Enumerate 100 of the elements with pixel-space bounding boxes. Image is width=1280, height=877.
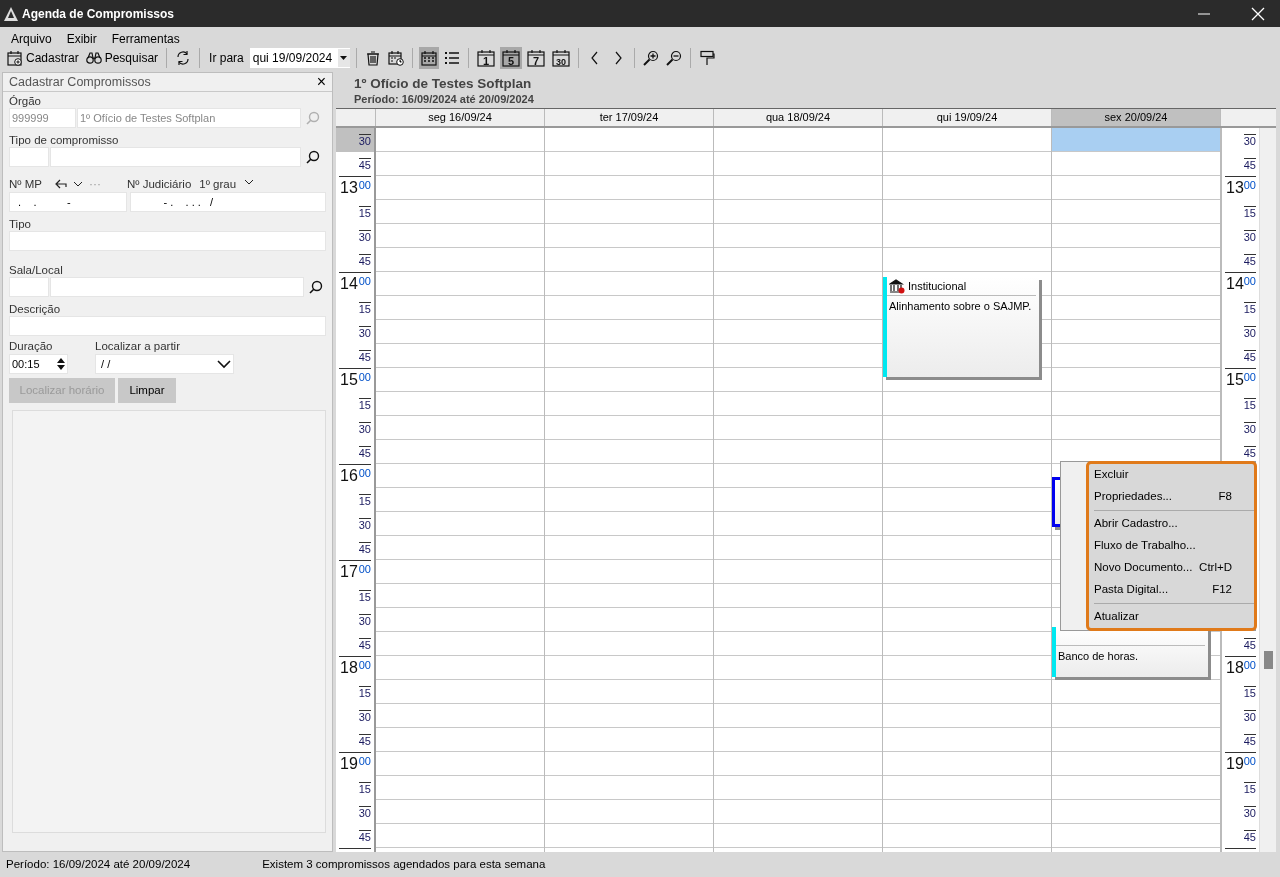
appointment-card[interactable]: Banco de horas. [1052,627,1208,677]
chevron-down-icon[interactable] [73,180,83,188]
minute-label: 45 [1243,350,1256,363]
toolbar-button[interactable]: Cadastrar [5,47,81,69]
appointment-category: Institucional [908,278,967,294]
undo-icon[interactable] [55,179,67,189]
appointment-text: Alinhamento sobre o SAJMP. [888,299,1033,314]
menu-item[interactable]: Excluir [1089,464,1254,486]
menu-item[interactable]: Fluxo de Trabalho... [1089,535,1254,557]
minute-label: 45 [1243,830,1256,843]
calendar-title: 1º Ofício de Testes Softplan [354,76,532,91]
field-label: Tipo [9,218,32,231]
minute-label: 00 [358,371,371,383]
field-label: Descrição [9,303,62,316]
minute-label: 45 [358,830,371,843]
minute-label: 30 [358,326,371,339]
minute-label: 30 [1243,134,1256,147]
input-field[interactable] [9,231,326,251]
minute-label: 00 [1243,755,1256,767]
hour-label: 17 [340,563,358,581]
status-text: Período: 16/09/2024 até 20/09/2024 [6,856,191,872]
minute-label: 00 [358,275,371,287]
minute-label: 15 [1243,686,1256,699]
menu-item[interactable]: Atualizar [1089,606,1254,628]
minute-label: 15 [358,686,371,699]
instance-selector[interactable]: 1º grau [199,177,237,191]
minute-label: 00 [358,563,371,575]
minute-label: 15 [358,494,371,507]
menu-item[interactable]: Abrir Cadastro... [1089,513,1254,535]
menu-item[interactable]: Propriedades... F8 [1089,486,1254,508]
search-icon[interactable] [306,150,320,164]
minute-label: 30 [1243,422,1256,435]
day-header[interactable]: seg 16/09/24 [376,109,545,126]
minute-label: 15 [358,302,371,315]
menu-item[interactable]: Exibir [66,27,97,46]
minute-label: 45 [358,542,371,555]
minute-label: 45 [1243,734,1256,747]
hour-label: 14 [1226,275,1244,293]
spinner-arrows-icon[interactable] [57,357,65,371]
minute-label: 45 [358,254,371,267]
scrollbar[interactable] [1259,128,1276,852]
binoculars-icon[interactable] [85,50,102,66]
minute-label: 00 [1243,275,1256,287]
minute-label: 45 [358,158,371,171]
minute-label: 45 [1243,158,1256,171]
close-button[interactable]: × [316,70,326,94]
date-dropdown[interactable]: / / [95,354,234,374]
panel-title: Cadastrar Compromissos [9,73,151,91]
minute-label: 00 [358,467,371,479]
chevron-down-icon[interactable] [217,359,231,369]
minute-label: 30 [358,806,371,819]
menu-item[interactable]: Novo Documento... Ctrl+D [1089,557,1254,579]
minute-label: 15 [358,782,371,795]
day-header[interactable]: sex 20/09/24 [1052,109,1221,126]
minute-label: 30 [1243,806,1256,819]
date-combobox[interactable]: qui 19/09/2024 [249,48,350,68]
minute-label: 45 [358,350,371,363]
hour-label: 13 [340,179,358,197]
hour-label: 19 [1226,755,1244,773]
calendar-plus-icon[interactable] [7,50,23,66]
field-label: Duração [9,340,54,353]
form-button[interactable]: Limpar [118,378,176,403]
hour-label: 15 [1226,371,1244,389]
input-field[interactable] [50,147,301,167]
field-label: Órgão [9,95,42,108]
menu-item[interactable]: Pasta Digital... F12 [1089,579,1254,601]
minute-label: 30 [358,134,371,147]
goto-label: Ir para [209,50,244,67]
minute-label: 15 [1243,782,1256,795]
input-field[interactable] [9,147,49,167]
calendar-view-button[interactable]: 5 [499,47,522,69]
field-label: Localizar a partir [95,340,180,353]
search-icon[interactable] [309,280,323,294]
chevron-down-icon[interactable] [244,177,255,186]
close-icon[interactable] [1251,6,1265,21]
scrollbar-thumb[interactable] [1264,651,1273,669]
minute-label: 45 [358,638,371,651]
input-field[interactable]: . . - [9,192,127,212]
input-field[interactable] [9,316,326,336]
hour-label: 18 [340,659,358,677]
day-header[interactable]: qua 18/09/24 [714,109,883,126]
hour-label: 14 [340,275,358,293]
input-field[interactable] [50,277,304,297]
minute-label: 00 [1243,371,1256,383]
input-field[interactable] [9,277,49,297]
appointment-text: Banco de horas. [1057,649,1140,664]
minute-label: 15 [1243,302,1256,315]
appointment-card[interactable]: Institucional Alinhamento sobre o SAJMP. [883,277,1039,377]
menu-item[interactable]: Arquivo [11,27,52,46]
hour-label: 18 [1226,659,1244,677]
menu-item[interactable]: Ferramentas [111,27,180,46]
field-label: Nº MP [9,177,43,191]
dropdown-arrow-icon[interactable] [340,56,348,60]
input-field[interactable]: - . . . . / [130,192,326,212]
status-text: Existem 3 compromissos agendados para esta semana [262,856,546,872]
minute-label: 00 [358,755,371,767]
minute-label: 30 [358,614,371,627]
day-header[interactable]: ter 17/09/24 [545,109,714,126]
duration-spinner[interactable]: 00:15 [9,354,68,374]
toolbar-button[interactable]: Pesquisar [83,47,161,69]
